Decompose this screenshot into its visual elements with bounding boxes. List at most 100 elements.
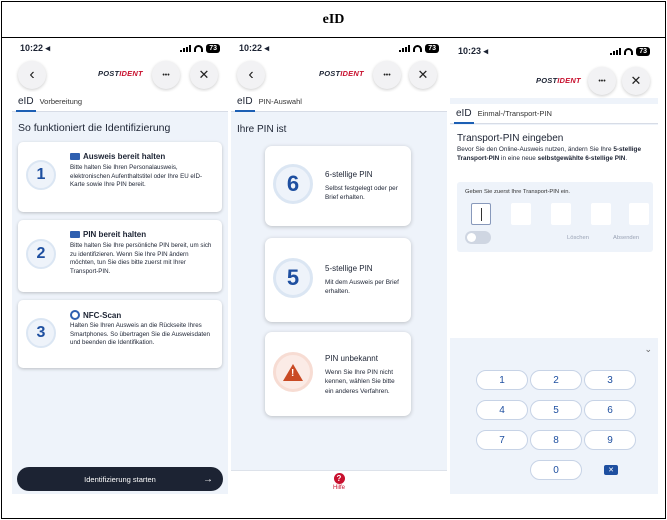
status-time: 10:22 ◂ (239, 42, 270, 53)
phone-screen-transport-pin: 10:23 ◂ 73 POSTIDENT ••• ✕ eID Einmal-/T… (450, 38, 658, 494)
digit-badge: 6 (273, 164, 313, 204)
status-time: 10:23 ◂ (458, 45, 489, 56)
wifi-icon (194, 44, 204, 52)
signal-icon (399, 44, 411, 52)
close-icon: ✕ (630, 73, 642, 88)
digit-badge: 5 (273, 258, 313, 298)
more-button[interactable]: ••• (152, 61, 180, 89)
option-text: Selbst festgelegt oder per Brief erhalte… (325, 185, 398, 202)
key-4[interactable]: 4 (476, 400, 528, 420)
key-6[interactable]: 6 (584, 400, 636, 420)
id-card-icon (70, 153, 80, 160)
step-text: Bitte halten Sie Ihren Personalausweis, … (70, 164, 203, 189)
pin-digit-field[interactable] (629, 203, 649, 225)
option-6-digit-pin[interactable]: 6 6-stellige PIN Selbst festgelegt oder … (265, 146, 411, 226)
submit-button[interactable]: Absenden (613, 235, 639, 241)
tab-eid: eID (454, 108, 474, 124)
backspace-icon[interactable]: ✕ (604, 465, 618, 475)
step-heading: NFC-Scan (83, 310, 122, 320)
battery-icon: 73 (636, 46, 650, 56)
postident-logo: POSTIDENT (319, 69, 364, 78)
phone-screen-preparation: 10:22 ◂ 73 ‹ POSTIDENT ••• ✕ eID Vorbere… (12, 38, 228, 494)
key-1[interactable]: 1 (476, 370, 528, 390)
step-card-pin: 2 PIN bereit halten Bitte halten Sie Ihr… (18, 220, 222, 292)
step-number: 1 (26, 160, 56, 190)
back-button[interactable]: ‹ (18, 61, 46, 89)
key-3[interactable]: 3 (584, 370, 636, 390)
pin-digit-field[interactable] (591, 203, 611, 225)
more-icon: ••• (162, 71, 170, 79)
status-bar: 10:22 ◂ 73 (231, 38, 447, 58)
battery-icon: 73 (206, 43, 220, 53)
close-button[interactable]: ✕ (409, 61, 437, 89)
option-pin-unknown[interactable]: PIN unbekannt Wenn Sie Ihre PIN nicht ke… (265, 332, 411, 416)
step-text: Bitte halten Sie Ihre persönliche PIN be… (70, 242, 212, 276)
signal-icon (610, 47, 622, 55)
start-button-label: Identifizierung starten (84, 474, 156, 484)
chevron-down-icon[interactable]: ⌄ (644, 344, 652, 355)
step-text: Halten Sie Ihren Ausweis an die Rückseit… (70, 322, 210, 347)
breadcrumb: eID Einmal-/Transport-PIN (450, 104, 658, 124)
key-0[interactable]: 0 (530, 460, 582, 480)
option-title: PIN unbekannt (325, 354, 378, 363)
option-5-digit-pin[interactable]: 5 5-stellige PIN Mit dem Ausweis per Bri… (265, 238, 411, 322)
step-heading: Ausweis bereit halten (83, 152, 166, 161)
status-bar: 10:22 ◂ 73 (12, 38, 228, 58)
page-title: Transport-PIN eingeben (457, 133, 564, 144)
tab-step: PIN-Auswahl (258, 97, 302, 106)
warning-icon (283, 363, 303, 381)
arrow-right-icon: → (203, 473, 213, 485)
show-pin-toggle[interactable] (465, 231, 491, 244)
close-button[interactable]: ✕ (622, 67, 650, 95)
signal-icon (180, 44, 192, 52)
step-number: 2 (26, 239, 56, 269)
page-title: Ihre PIN ist (237, 124, 287, 135)
close-icon: ✕ (198, 67, 210, 82)
phone-screen-pin-choice: 10:22 ◂ 73 ‹ POSTIDENT ••• ✕ eID PIN-Aus… (231, 38, 447, 494)
wifi-icon (413, 44, 423, 52)
nfc-icon (70, 310, 80, 320)
postident-logo: POSTIDENT (98, 69, 143, 78)
key-8[interactable]: 8 (530, 430, 582, 450)
pin-digit-field[interactable] (551, 203, 571, 225)
pin-hint: Geben Sie zuerst Ihre Transport-PIN ein. (465, 189, 571, 195)
figure-title: eID (322, 11, 345, 27)
back-button[interactable]: ‹ (237, 61, 265, 89)
more-button[interactable]: ••• (588, 67, 616, 95)
tab-step: Einmal-/Transport-PIN (477, 109, 552, 118)
breadcrumb: eID Vorbereitung (12, 92, 228, 112)
wifi-icon (624, 47, 634, 55)
nav-bar: POSTIDENT ••• ✕ (450, 64, 658, 98)
option-title: 5-stellige PIN (325, 264, 373, 273)
tab-eid: eID (235, 96, 255, 112)
pin-digit-field[interactable] (511, 203, 531, 225)
delete-button[interactable]: Löschen (567, 235, 589, 241)
tab-step: Vorbereitung (39, 97, 83, 106)
numeric-keypad: ⌄ 1 2 3 4 5 6 7 8 9 0 ✕ (450, 338, 658, 494)
postident-logo: POSTIDENT (536, 76, 581, 85)
help-icon[interactable]: ? (333, 473, 345, 484)
key-7[interactable]: 7 (476, 430, 528, 450)
step-card-nfc: 3 NFC-Scan Halten Sie Ihren Ausweis an d… (18, 300, 222, 368)
status-time: 10:22 ◂ (20, 42, 51, 53)
status-bar: 10:23 ◂ 73 (450, 38, 658, 64)
tab-eid: eID (16, 96, 36, 112)
key-9[interactable]: 9 (584, 430, 636, 450)
key-2[interactable]: 2 (530, 370, 582, 390)
pin-digit-field[interactable] (471, 203, 491, 225)
transport-pin-description: Bevor Sie den Online-Ausweis nutzen, änd… (457, 146, 642, 162)
more-button[interactable]: ••• (373, 61, 401, 89)
page-title: So funktioniert die Identifizierung (18, 122, 171, 134)
help-label[interactable]: Hilfe (333, 485, 345, 491)
nav-bar: ‹ POSTIDENT ••• ✕ (12, 58, 228, 92)
pin-entry-panel: Geben Sie zuerst Ihre Transport-PIN ein.… (457, 182, 653, 252)
more-icon: ••• (383, 71, 391, 79)
close-icon: ✕ (417, 67, 429, 82)
nav-bar: ‹ POSTIDENT ••• ✕ (231, 58, 447, 92)
warning-badge (273, 352, 313, 392)
start-identification-button[interactable]: Identifizierung starten → (17, 467, 223, 491)
key-5[interactable]: 5 (530, 400, 582, 420)
close-button[interactable]: ✕ (190, 61, 218, 89)
battery-icon: 73 (425, 43, 439, 53)
chevron-left-icon: ‹ (248, 66, 254, 83)
